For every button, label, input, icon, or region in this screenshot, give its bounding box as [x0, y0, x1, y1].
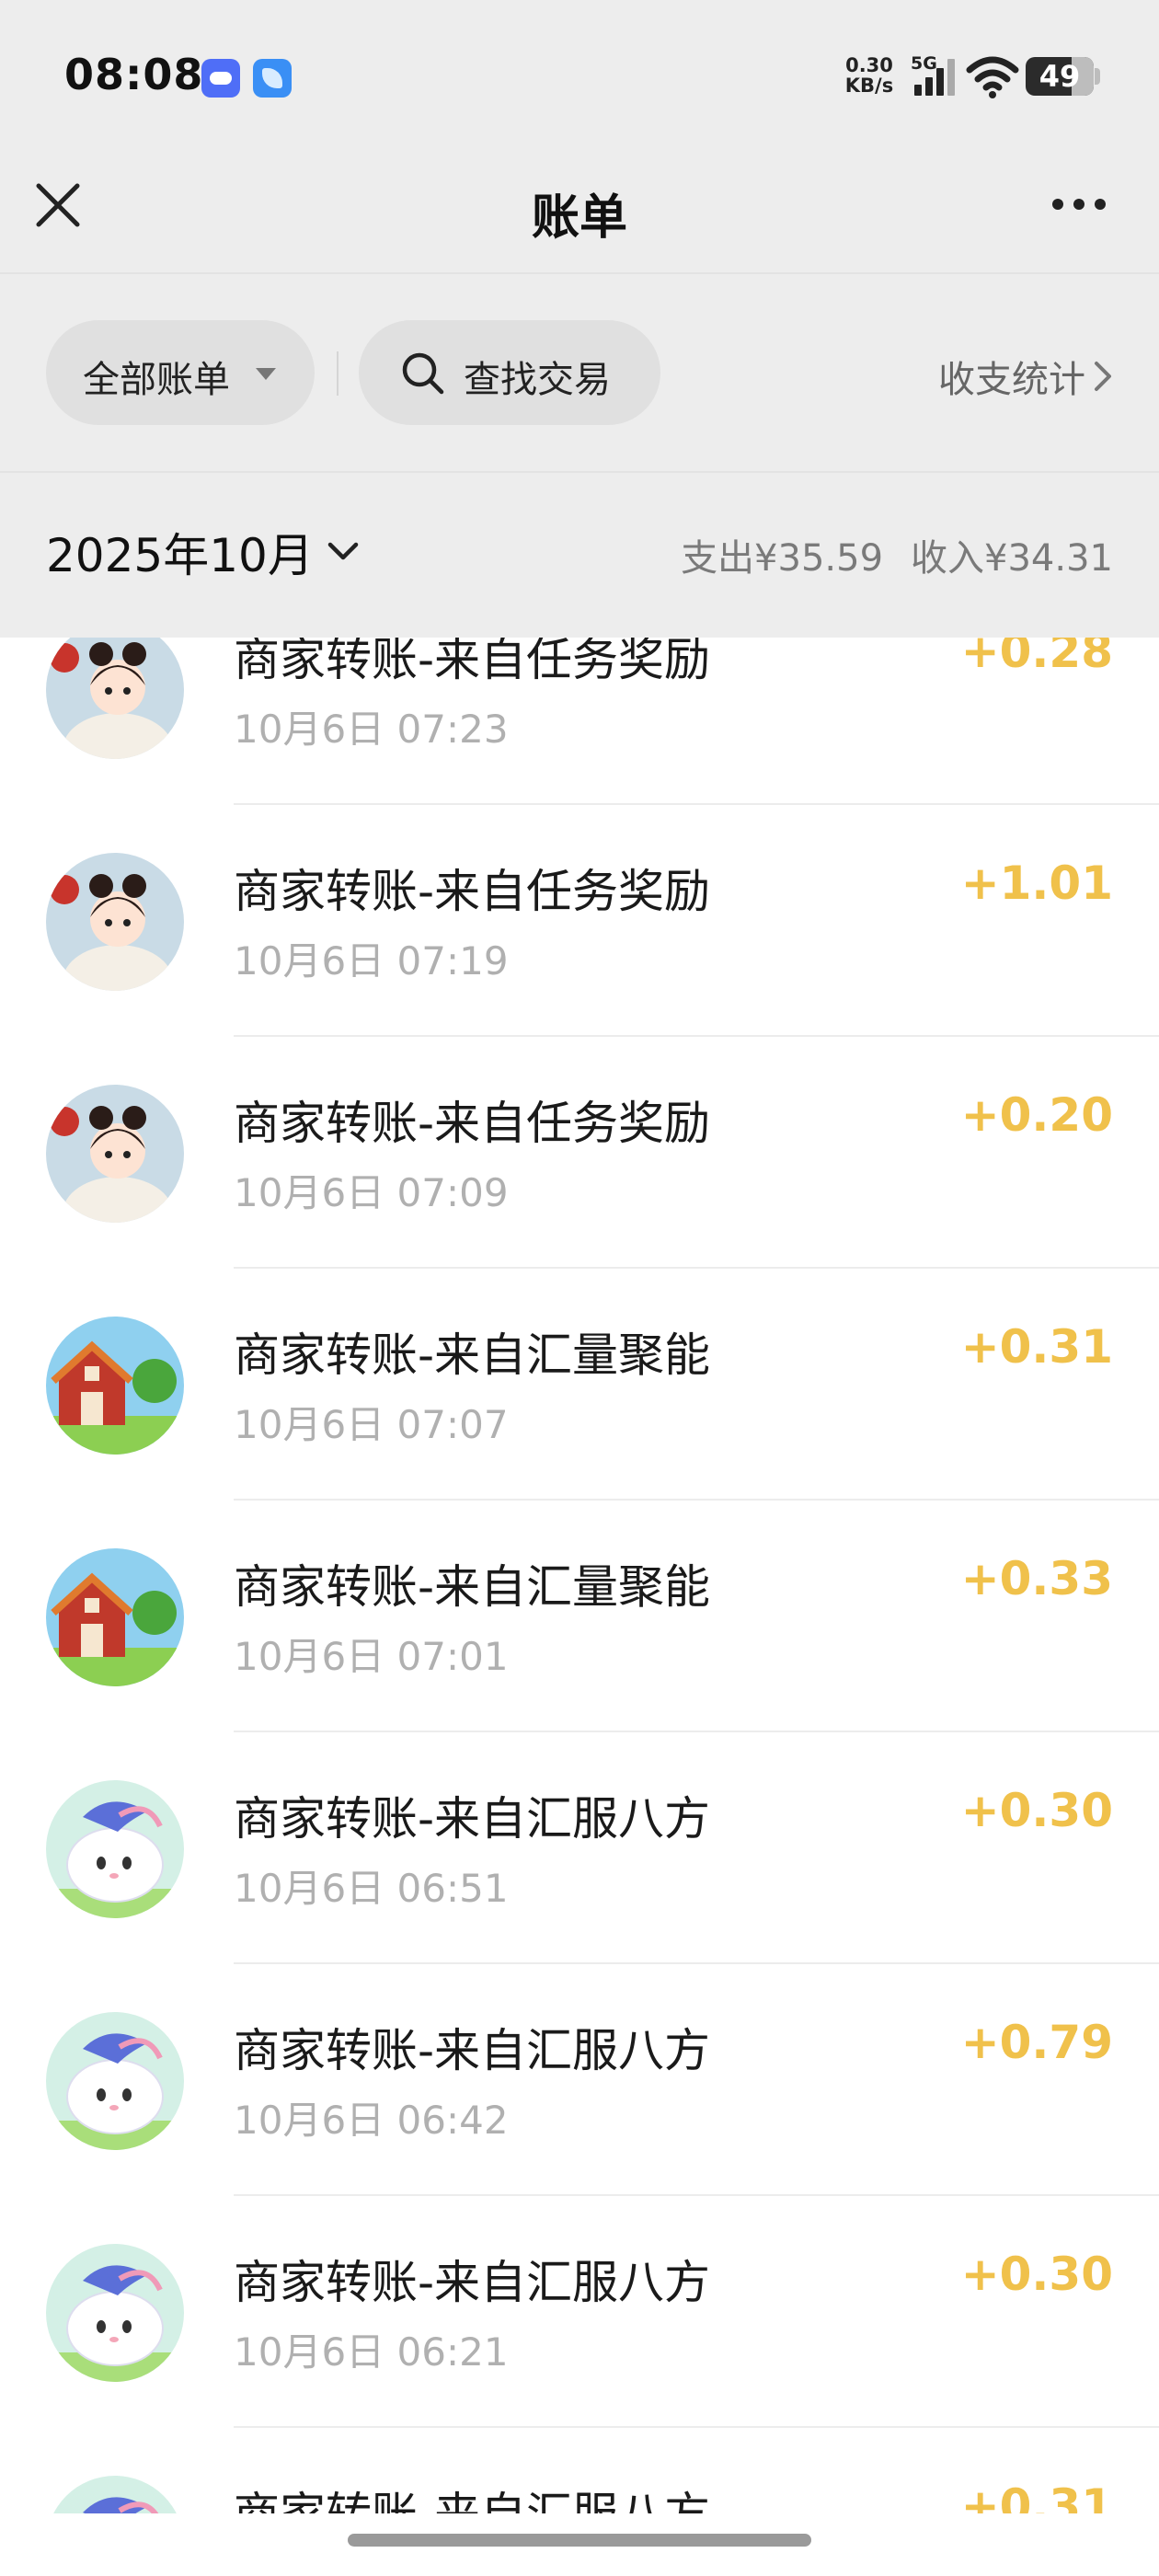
header-area: 08:08 0.30 KB/s 5G 49 账单 全部账单 查找交易 收支统计 …	[0, 0, 1159, 638]
girl-avatar	[46, 621, 184, 759]
transaction-row[interactable]: 商家转账-来自汇服八方 10月6日 06:51 +0.30	[0, 1732, 1159, 1964]
cat-avatar	[46, 1780, 184, 1918]
search-label: 查找交易	[464, 359, 611, 401]
signal-label: 5G	[911, 53, 937, 74]
month-header: 2025年10月 支出¥35.59 收入¥34.31	[0, 473, 1159, 638]
transaction-amount: +1.01	[960, 857, 1113, 910]
network-speed-unit: KB/s	[844, 75, 894, 97]
transaction-amount: +0.31	[960, 2479, 1113, 2513]
transaction-time: 10月6日 06:51	[234, 1866, 509, 1911]
page-title: 账单	[531, 190, 627, 246]
signal-icon: 5G	[911, 53, 958, 99]
wifi-icon	[966, 53, 1019, 99]
battery-icon: 49	[1026, 57, 1094, 96]
transaction-row[interactable]: 商家转账-来自汇量聚能 10月6日 07:07 +0.31	[0, 1269, 1159, 1501]
status-bar: 08:08 0.30 KB/s 5G 49	[0, 0, 1159, 156]
chevron-down-icon	[327, 542, 359, 560]
month-summary: 支出¥35.59 收入¥34.31	[653, 528, 1113, 581]
transaction-amount: +0.31	[960, 1320, 1113, 1374]
divider	[337, 351, 339, 396]
transaction-time: 10月6日 07:09	[234, 1170, 509, 1215]
chevron-right-icon	[1095, 362, 1111, 391]
home-indicator[interactable]	[348, 2534, 811, 2547]
transaction-amount: +0.20	[960, 1088, 1113, 1142]
transaction-time: 10月6日 06:21	[234, 2329, 509, 2375]
transaction-title: 商家转账-来自任务奖励	[234, 865, 711, 918]
income-total: 收入¥34.31	[911, 537, 1113, 580]
cat-avatar	[46, 2244, 184, 2382]
transaction-row[interactable]: 商家转账-来自任务奖励 10月6日 07:19 +1.01	[0, 805, 1159, 1037]
transaction-row[interactable]: 商家转账-来自任务奖励 10月6日 07:09 +0.20	[0, 1037, 1159, 1269]
transaction-row[interactable]: 商家转账-来自汇量聚能 10月6日 07:01 +0.33	[0, 1501, 1159, 1732]
app-badge-icon	[201, 59, 240, 98]
caret-down-icon	[256, 368, 276, 380]
network-speed: 0.30 KB/s	[843, 55, 896, 96]
expense-total: 支出¥35.59	[681, 537, 884, 580]
transaction-row[interactable]: 商家转账-来自汇服八方 10月6日 06:21 +0.30	[0, 2196, 1159, 2428]
transaction-time: 10月6日 07:19	[234, 938, 509, 983]
transaction-row[interactable]: 商家转账-来自汇服八方 10月6日 06:42 +0.79	[0, 1964, 1159, 2196]
transaction-title: 商家转账-来自汇量聚能	[234, 1328, 711, 1382]
all-bills-filter[interactable]: 全部账单	[46, 320, 315, 425]
more-button[interactable]	[1045, 177, 1113, 232]
girl-avatar	[46, 1085, 184, 1223]
transaction-amount: +0.30	[960, 1784, 1113, 1837]
more-icon	[1052, 199, 1106, 210]
barn-avatar	[46, 1317, 184, 1455]
all-bills-label: 全部账单	[83, 359, 230, 401]
girl-avatar	[46, 853, 184, 991]
transaction-time: 10月6日 07:23	[234, 707, 509, 752]
stats-link[interactable]: 收支统计	[938, 350, 1113, 403]
battery-level: 49	[1039, 59, 1081, 94]
transaction-title: 商家转账-来自汇量聚能	[234, 1560, 711, 1614]
transaction-amount: +0.33	[960, 1552, 1113, 1605]
transaction-title: 商家转账-来自汇服八方	[234, 2478, 710, 2513]
cat-avatar	[46, 2012, 184, 2150]
filter-bar: 全部账单 查找交易 收支统计	[0, 274, 1159, 471]
battery-tip	[1095, 68, 1100, 85]
nav-bar: 账单	[0, 156, 1159, 274]
network-speed-value: 0.30	[845, 54, 893, 76]
cat-avatar	[46, 2476, 184, 2513]
transaction-title: 商家转账-来自任务奖励	[234, 1097, 711, 1150]
status-time: 08:08	[64, 50, 204, 99]
transaction-row[interactable]: 商家转账-来自汇服八方 +0.31	[0, 2428, 1159, 2513]
month-picker[interactable]: 2025年10月	[46, 519, 360, 585]
app-badge-icon	[253, 59, 292, 98]
month-label: 2025年10月	[46, 529, 314, 582]
transaction-title: 商家转账-来自汇服八方	[234, 2256, 711, 2309]
transaction-title: 商家转账-来自汇服八方	[234, 1792, 711, 1846]
transaction-time: 10月6日 06:42	[234, 2098, 509, 2143]
transaction-amount: +0.79	[960, 2016, 1113, 2069]
barn-avatar	[46, 1548, 184, 1686]
search-icon	[402, 352, 444, 395]
search-transactions-button[interactable]: 查找交易	[359, 320, 660, 425]
stats-label: 收支统计	[938, 359, 1085, 401]
transaction-time: 10月6日 07:01	[234, 1634, 509, 1679]
transaction-time: 10月6日 07:07	[234, 1402, 509, 1447]
transaction-title: 商家转账-来自汇服八方	[234, 2024, 711, 2077]
transaction-amount: +0.30	[960, 2248, 1113, 2301]
